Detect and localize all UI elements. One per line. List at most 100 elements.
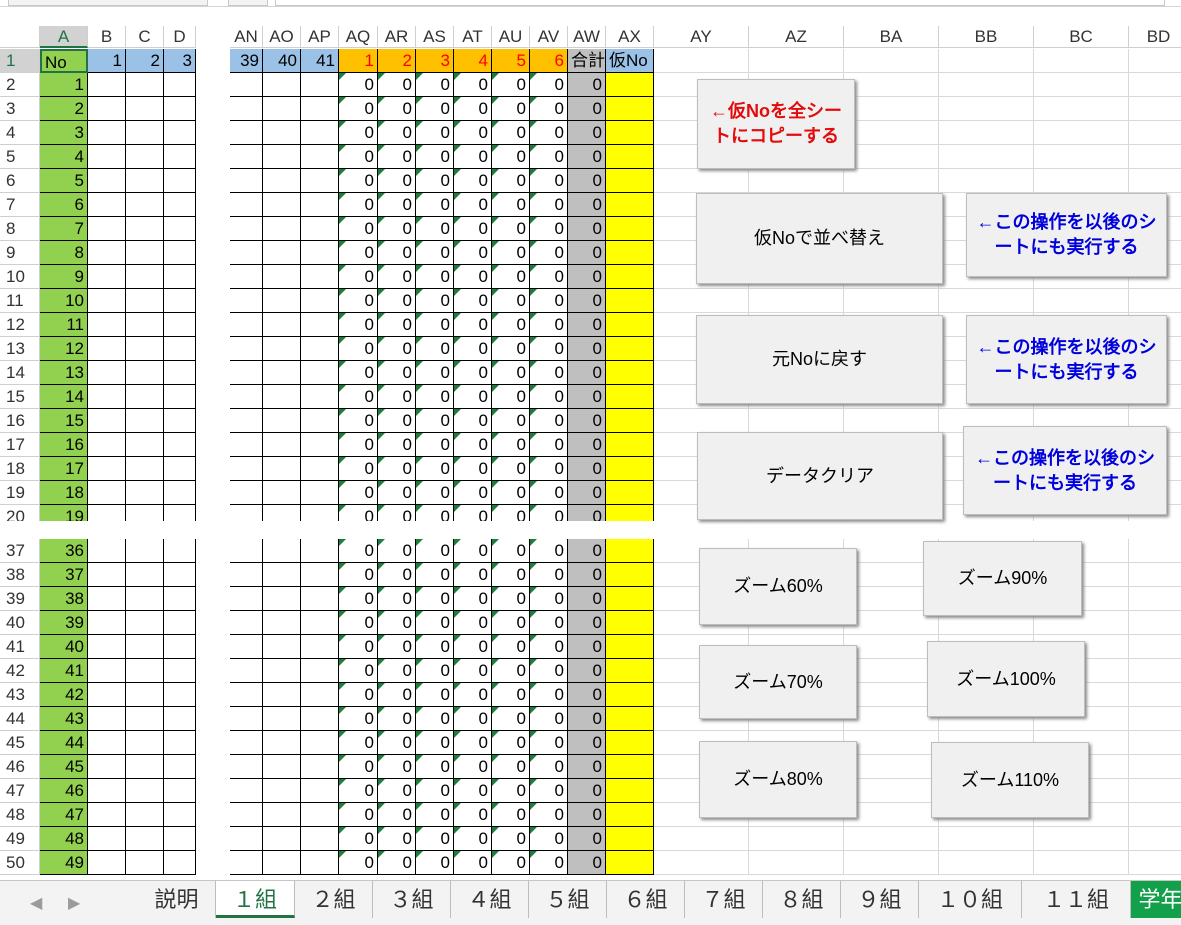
column-header[interactable]: BB bbox=[939, 26, 1034, 48]
table-cell[interactable]: 0 bbox=[492, 457, 530, 481]
table-cell[interactable] bbox=[230, 97, 263, 121]
grid-cell[interactable] bbox=[749, 851, 844, 875]
table-cell[interactable] bbox=[126, 241, 164, 265]
table-cell[interactable]: 0 bbox=[530, 755, 568, 779]
table-cell[interactable]: 0 bbox=[339, 779, 378, 803]
grid-cell[interactable] bbox=[1129, 803, 1181, 827]
table-cell[interactable]: 41 bbox=[301, 49, 339, 73]
table-cell[interactable]: 0 bbox=[378, 73, 416, 97]
table-cell[interactable]: 0 bbox=[339, 481, 378, 505]
table-cell[interactable] bbox=[126, 803, 164, 827]
table-cell[interactable]: 0 bbox=[530, 433, 568, 457]
table-cell[interactable] bbox=[263, 457, 301, 481]
grid-cell[interactable] bbox=[1129, 683, 1181, 707]
table-cell[interactable]: 0 bbox=[378, 851, 416, 875]
table-cell[interactable] bbox=[606, 851, 654, 875]
table-cell[interactable]: 0 bbox=[568, 481, 606, 505]
grid-cell[interactable] bbox=[844, 169, 939, 193]
table-cell[interactable]: 0 bbox=[568, 803, 606, 827]
table-cell[interactable]: 1 bbox=[339, 49, 378, 73]
table-cell[interactable] bbox=[164, 539, 196, 563]
table-cell[interactable]: 0 bbox=[568, 121, 606, 145]
sheet-tab[interactable]: 説明 bbox=[138, 881, 216, 918]
table-cell[interactable]: 0 bbox=[454, 73, 492, 97]
table-cell[interactable]: 0 bbox=[378, 145, 416, 169]
table-cell[interactable]: 0 bbox=[339, 851, 378, 875]
grid-cell[interactable] bbox=[1129, 731, 1181, 755]
column-header[interactable]: B bbox=[88, 26, 126, 48]
row-header[interactable]: 46 bbox=[0, 755, 40, 779]
grid-cell[interactable] bbox=[1129, 97, 1181, 121]
restore-original-no-button[interactable]: 元Noに戻す bbox=[696, 315, 943, 404]
table-cell[interactable] bbox=[164, 587, 196, 611]
table-cell[interactable]: 0 bbox=[492, 731, 530, 755]
table-cell[interactable]: 4 bbox=[40, 145, 88, 169]
table-cell[interactable]: 0 bbox=[568, 289, 606, 313]
row-header[interactable]: 11 bbox=[0, 289, 40, 313]
grid-cell[interactable] bbox=[844, 755, 939, 779]
table-cell[interactable]: 48 bbox=[40, 827, 88, 851]
table-cell[interactable]: 0 bbox=[339, 803, 378, 827]
table-cell[interactable] bbox=[230, 217, 263, 241]
table-cell[interactable] bbox=[230, 313, 263, 337]
table-cell[interactable]: 0 bbox=[530, 563, 568, 587]
table-cell[interactable] bbox=[606, 481, 654, 505]
table-cell[interactable]: 0 bbox=[454, 409, 492, 433]
table-cell[interactable] bbox=[606, 755, 654, 779]
row-header[interactable]: 50 bbox=[0, 851, 40, 875]
table-cell[interactable] bbox=[164, 755, 196, 779]
table-cell[interactable] bbox=[126, 385, 164, 409]
table-cell[interactable] bbox=[88, 587, 126, 611]
table-cell[interactable] bbox=[301, 611, 339, 635]
table-cell[interactable] bbox=[301, 409, 339, 433]
table-cell[interactable] bbox=[88, 659, 126, 683]
grid-cell[interactable] bbox=[1129, 779, 1181, 803]
row-header[interactable]: 12 bbox=[0, 313, 40, 337]
table-cell[interactable] bbox=[88, 73, 126, 97]
grid-cell[interactable] bbox=[939, 827, 1034, 851]
table-cell[interactable] bbox=[164, 409, 196, 433]
table-cell[interactable]: 0 bbox=[454, 659, 492, 683]
table-cell[interactable] bbox=[126, 73, 164, 97]
table-cell[interactable]: 0 bbox=[454, 731, 492, 755]
grid-cell[interactable] bbox=[654, 169, 749, 193]
table-cell[interactable] bbox=[606, 361, 654, 385]
grid-cell[interactable] bbox=[654, 409, 749, 433]
table-cell[interactable]: 0 bbox=[530, 731, 568, 755]
table-cell[interactable] bbox=[164, 385, 196, 409]
grid-cell[interactable] bbox=[1034, 97, 1129, 121]
grid-cell[interactable] bbox=[844, 409, 939, 433]
grid-cell[interactable] bbox=[1129, 539, 1181, 563]
table-cell[interactable]: 2 bbox=[40, 97, 88, 121]
grid-cell[interactable] bbox=[844, 659, 939, 683]
table-cell[interactable]: 0 bbox=[530, 193, 568, 217]
table-cell[interactable] bbox=[126, 169, 164, 193]
table-cell[interactable] bbox=[606, 241, 654, 265]
table-cell[interactable]: 43 bbox=[40, 707, 88, 731]
table-cell[interactable]: 2 bbox=[378, 49, 416, 73]
grid-cell[interactable] bbox=[1034, 121, 1129, 145]
table-cell[interactable] bbox=[263, 803, 301, 827]
table-cell[interactable] bbox=[88, 707, 126, 731]
table-cell[interactable]: 0 bbox=[454, 563, 492, 587]
table-cell[interactable]: 0 bbox=[492, 587, 530, 611]
row-header[interactable]: 45 bbox=[0, 731, 40, 755]
table-cell[interactable]: 16 bbox=[40, 433, 88, 457]
table-cell[interactable]: 0 bbox=[454, 851, 492, 875]
table-cell[interactable] bbox=[301, 563, 339, 587]
table-cell[interactable] bbox=[230, 635, 263, 659]
grid-cell[interactable] bbox=[1129, 707, 1181, 731]
row-header[interactable]: 1 bbox=[0, 49, 40, 73]
table-cell[interactable] bbox=[263, 217, 301, 241]
table-cell[interactable] bbox=[263, 193, 301, 217]
column-header[interactable]: AO bbox=[263, 26, 301, 48]
grid-cell[interactable] bbox=[1129, 73, 1181, 97]
table-cell[interactable]: 0 bbox=[530, 145, 568, 169]
table-cell[interactable] bbox=[126, 683, 164, 707]
table-cell[interactable]: 0 bbox=[339, 265, 378, 289]
grid-cell[interactable] bbox=[1129, 145, 1181, 169]
table-cell[interactable] bbox=[230, 779, 263, 803]
table-cell[interactable] bbox=[263, 337, 301, 361]
table-cell[interactable]: 0 bbox=[530, 289, 568, 313]
table-cell[interactable]: 18 bbox=[40, 481, 88, 505]
